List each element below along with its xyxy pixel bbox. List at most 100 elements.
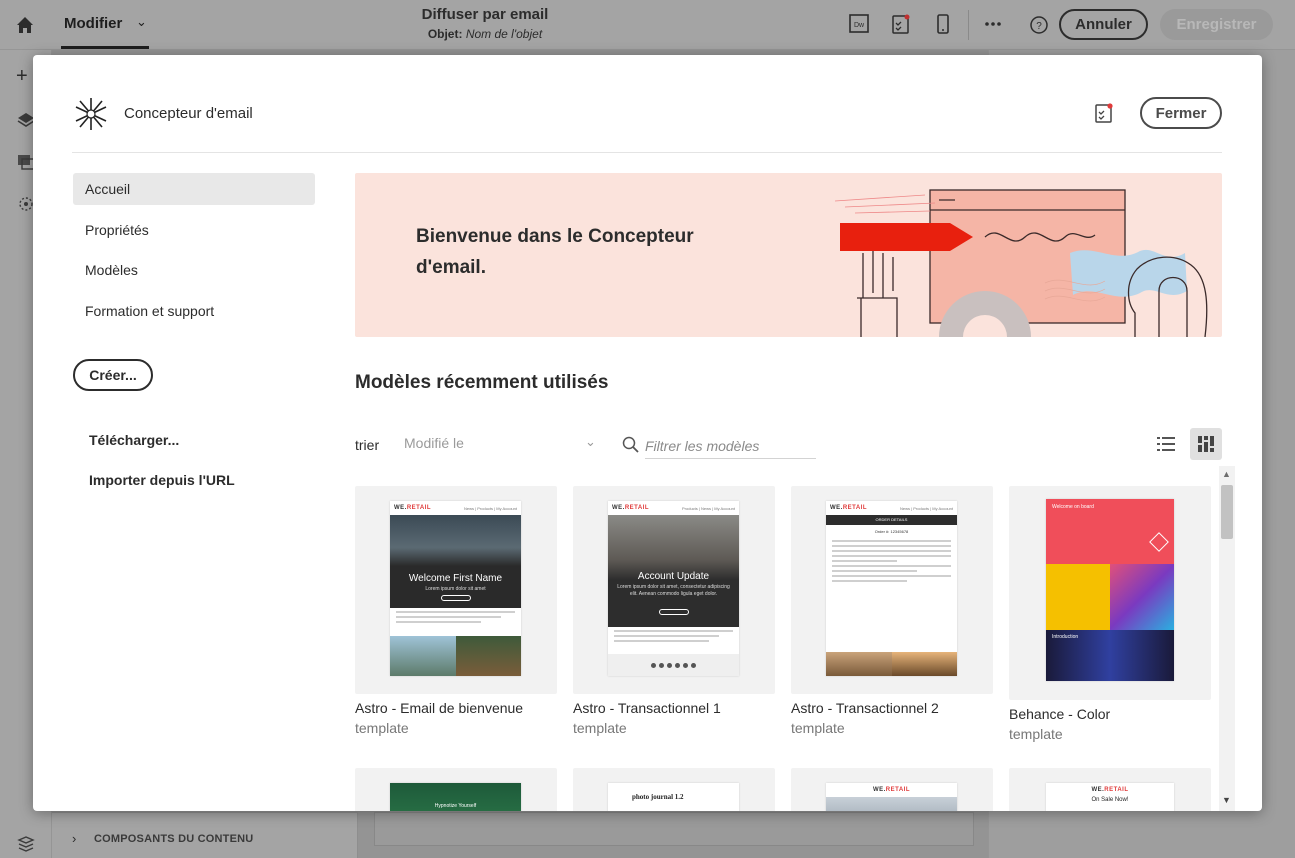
scroll-up-arrow-icon[interactable]: ▲ xyxy=(1222,469,1231,479)
template-card-thumbnail[interactable]: WE.RETAIL News | Products | My Account We… xyxy=(355,486,557,694)
active-tab-indicator xyxy=(61,46,149,49)
hero-title: ORDER DETAILS xyxy=(826,515,957,525)
hero-button xyxy=(658,609,689,615)
email-designer-dialog: Concepteur d'email Fermer Accueil Propri… xyxy=(33,55,1262,811)
toolbar-divider xyxy=(968,10,969,40)
email-preview-header: WE.RETAIL News | Products | My Account xyxy=(394,505,517,511)
checklist-icon[interactable] xyxy=(891,13,911,35)
template-name[interactable]: Astro - Transactionnel 1 xyxy=(573,700,721,716)
template-name[interactable]: Astro - Email de bienvenue xyxy=(355,700,523,716)
template-card-thumbnail[interactable]: Hypnotize Yourself xyxy=(355,768,557,811)
close-button[interactable]: Fermer xyxy=(1140,97,1222,129)
mobile-preview-icon[interactable] xyxy=(933,13,953,35)
hero-title: On Sale Now! xyxy=(1091,797,1129,803)
dialog-title: Concepteur d'email xyxy=(124,105,253,122)
nav-item-modeles[interactable]: Modèles xyxy=(73,254,315,286)
banner-illustration xyxy=(834,189,1208,337)
subject-line: Objet: Nom de l'objet xyxy=(0,27,970,41)
subject-label: Objet: xyxy=(427,27,463,41)
email-preview: WE.RETAIL xyxy=(826,783,957,811)
email-hero: Welcome on board xyxy=(1046,499,1174,564)
chevron-right-icon[interactable]: › xyxy=(72,831,76,846)
svg-text:?: ? xyxy=(1036,21,1042,32)
hero-subtitle: Order #: 12345678 xyxy=(874,529,909,534)
cancel-button[interactable]: Annuler xyxy=(1059,9,1148,40)
hero-title: Account Update xyxy=(637,571,710,582)
brand-we: WE. xyxy=(612,505,625,511)
template-card-thumbnail[interactable]: WE.RETAIL xyxy=(791,768,993,811)
create-button[interactable]: Créer... xyxy=(73,359,153,391)
diamond-logo-icon xyxy=(1149,532,1169,552)
template-card-thumbnail[interactable]: photo journal 1.2 xyxy=(573,768,775,811)
search-icon xyxy=(622,436,639,453)
email-preview-header: WE.RETAIL xyxy=(1046,783,1174,797)
brand-retail: RETAIL xyxy=(842,505,868,511)
settings-layers-icon[interactable] xyxy=(16,834,36,854)
components-panel-label[interactable]: COMPOSANTS DU CONTENU xyxy=(94,833,253,845)
subject-value[interactable]: Nom de l'objet xyxy=(466,27,542,41)
photo-banner: Introduction xyxy=(1046,630,1174,681)
email-preview-header: WE.RETAIL News | Products | My Account xyxy=(830,505,953,511)
body-text-lines xyxy=(608,630,739,642)
sort-label: trier xyxy=(355,437,380,453)
body-text-lines xyxy=(390,611,521,623)
hero-subtitle: Introduction xyxy=(1052,634,1079,640)
template-card-thumbnail[interactable]: WE.RETAIL On Sale Now! xyxy=(1009,768,1211,811)
checklist-icon[interactable] xyxy=(1094,102,1114,124)
template-name[interactable]: Behance - Color xyxy=(1009,706,1110,722)
email-preview: WE.RETAIL Products | News | My Account Ac… xyxy=(608,501,739,676)
body-text-lines xyxy=(826,540,957,582)
nav-item-proprietes[interactable]: Propriétés xyxy=(73,214,315,246)
hero-subtitle: Lorem ipsum dolor sit amet, consectetur … xyxy=(617,584,730,597)
template-type: template xyxy=(1009,726,1063,742)
social-footer xyxy=(608,654,739,676)
template-card-thumbnail[interactable]: WE.RETAIL News | Products | My Account OR… xyxy=(791,486,993,694)
email-preview-header: WE.RETAIL xyxy=(826,783,957,797)
email-preview: Welcome on board Introduction xyxy=(1046,499,1174,681)
chevron-down-icon[interactable]: ⌄ xyxy=(585,434,596,450)
scroll-down-arrow-icon[interactable]: ▼ xyxy=(1222,795,1231,805)
more-options-icon[interactable] xyxy=(983,13,1003,35)
brand-retail: RETAIL xyxy=(406,505,432,511)
sort-dropdown[interactable]: Modifié le xyxy=(404,435,601,459)
email-designer-logo-icon xyxy=(75,98,107,130)
grid-view-icon xyxy=(1198,436,1214,452)
save-button[interactable]: Enregistrer xyxy=(1160,9,1273,40)
nav-item-accueil[interactable]: Accueil xyxy=(73,173,315,205)
import-url-link[interactable]: Importer depuis l'URL xyxy=(89,472,235,488)
photo-row xyxy=(390,636,521,676)
list-view-icon xyxy=(1157,437,1175,451)
hero-button xyxy=(440,595,471,601)
brand-we: WE. xyxy=(830,505,843,511)
banner-heading: Bienvenue dans le Concepteur d'email. xyxy=(416,226,694,278)
hero-title: photo journal 1.2 xyxy=(632,793,684,801)
email-preview: WE.RETAIL News | Products | My Account We… xyxy=(390,501,521,676)
email-hero: Account Update Lorem ipsum dolor sit ame… xyxy=(608,515,739,627)
template-type: template xyxy=(573,720,627,736)
email-hero xyxy=(826,797,957,811)
upload-link[interactable]: Télécharger... xyxy=(89,432,179,448)
photo-row xyxy=(826,652,957,676)
template-type: template xyxy=(791,720,845,736)
help-icon[interactable]: ? xyxy=(1029,13,1049,35)
color-blocks xyxy=(1046,564,1174,630)
list-view-button[interactable] xyxy=(1151,428,1181,460)
nav-item-formation[interactable]: Formation et support xyxy=(73,295,315,327)
dreamweaver-icon[interactable]: Dw xyxy=(849,13,869,35)
email-hero: Welcome First Name Lorem ipsum dolor sit… xyxy=(390,515,521,608)
template-card-thumbnail[interactable]: Welcome on board Introduction xyxy=(1009,486,1211,700)
grid-view-button[interactable] xyxy=(1190,428,1222,460)
email-preview: WE.RETAIL News | Products | My Account OR… xyxy=(826,501,957,676)
template-card-thumbnail[interactable]: WE.RETAIL Products | News | My Account Ac… xyxy=(573,486,775,694)
filter-templates-input[interactable] xyxy=(645,433,816,459)
hero-title: Welcome First Name xyxy=(408,573,503,584)
hero-title: Hypnotize Yourself xyxy=(390,783,521,811)
scrollbar-thumb[interactable] xyxy=(1221,485,1233,539)
brand-we: WE. xyxy=(1091,787,1105,793)
email-preview: photo journal 1.2 xyxy=(608,783,739,811)
email-preview: WE.RETAIL On Sale Now! xyxy=(1046,783,1174,811)
brand-retail: RETAIL xyxy=(885,787,911,793)
template-name[interactable]: Astro - Transactionnel 2 xyxy=(791,700,939,716)
brand-we: WE. xyxy=(394,505,407,511)
brand-retail: RETAIL xyxy=(624,505,650,511)
